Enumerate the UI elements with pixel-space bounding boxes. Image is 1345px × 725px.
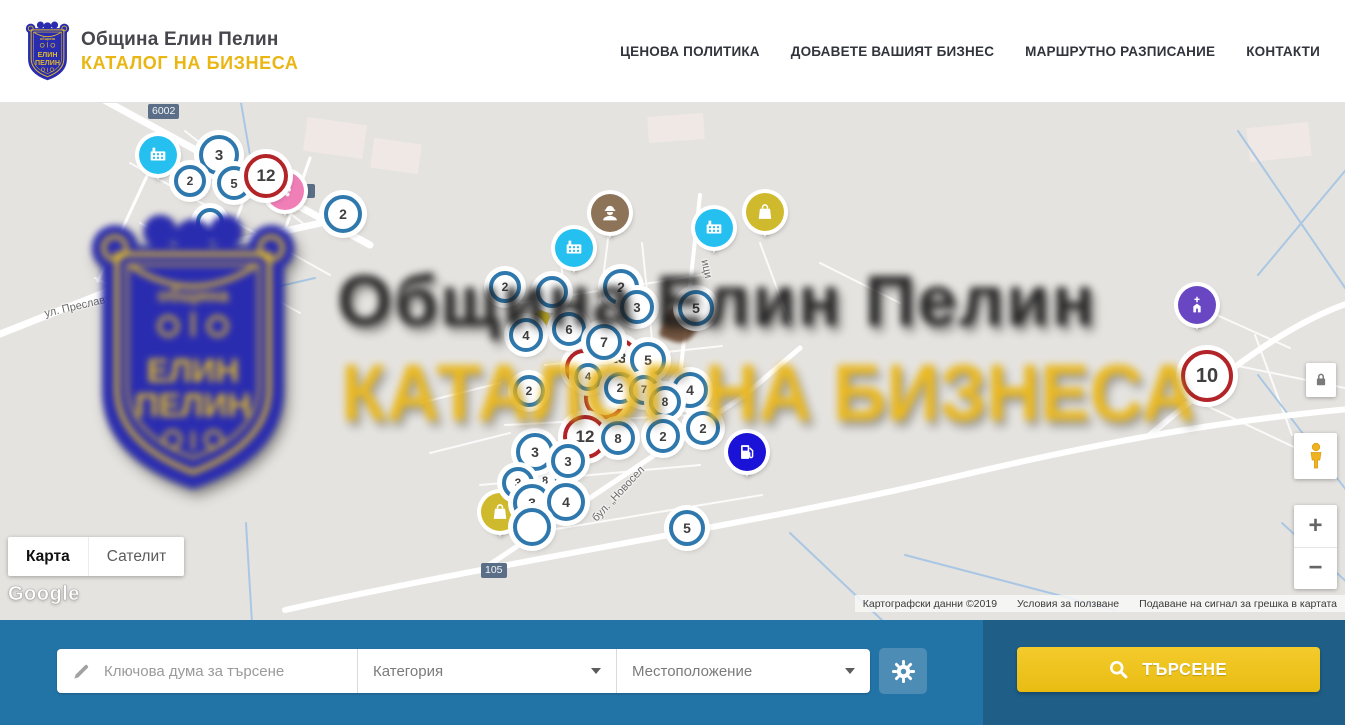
brand-text: Община Елин Пелин КАТАЛОГ НА БИЗНЕСА (81, 29, 299, 74)
shopping-bag-icon (746, 193, 784, 231)
cluster-marker[interactable]: 4 (547, 483, 585, 521)
category-select[interactable]: Категория (358, 649, 616, 693)
watermark-crest (86, 213, 300, 502)
keyword-search-input[interactable] (102, 662, 346, 681)
worker-icon (591, 194, 629, 232)
factory-pin[interactable] (139, 136, 177, 174)
nav-add-your-business[interactable]: ДОБАВЕТЕ ВАШИЯТ БИЗНЕС (791, 44, 994, 59)
municipality-crest-icon (25, 21, 70, 82)
nav-pricing-policy[interactable]: ЦЕНОВА ПОЛИТИКА (620, 44, 760, 59)
map-type-map-button[interactable]: Карта (8, 537, 88, 576)
google-logo[interactable]: Google (8, 583, 80, 606)
zoom-control: + − (1294, 505, 1337, 589)
worker-pin[interactable] (591, 194, 629, 232)
chevron-down-icon (845, 668, 855, 674)
brand-title: Община Елин Пелин (81, 29, 299, 51)
factory-icon (695, 209, 733, 247)
zoom-in-button[interactable]: + (1294, 505, 1337, 547)
brand-subtitle: КАТАЛОГ НА БИЗНЕСА (81, 53, 299, 74)
lock-icon (1312, 370, 1330, 390)
street-view-pegman[interactable] (1294, 433, 1337, 479)
pencil-icon (72, 662, 91, 681)
lock-control[interactable] (1306, 363, 1336, 397)
watermark-title: Община Елин Пелин (337, 261, 1097, 342)
nav-contacts[interactable]: КОНТАКТИ (1246, 44, 1320, 59)
search-fields: Категория Местоположение (57, 649, 870, 693)
cluster-marker[interactable]: 2 (174, 165, 206, 197)
cluster-marker[interactable]: 12 (244, 154, 288, 198)
map-type-control: Карта Сателит (8, 537, 184, 576)
cluster-marker[interactable]: 2 (324, 195, 362, 233)
search-button[interactable]: ТЪРСЕНЕ (1017, 647, 1320, 692)
pegman-icon (1304, 441, 1328, 471)
road-number-badge: 6002 (148, 104, 179, 119)
page: Община Елин Пелин КАТАЛОГ НА БИЗНЕСА ЦЕН… (0, 0, 1345, 725)
search-bar: Категория Местоположение (0, 620, 1345, 725)
nav-route-schedule[interactable]: МАРШРУТНО РАЗПИСАНИЕ (1025, 44, 1215, 59)
terms-of-use-link[interactable]: Условия за ползване (1017, 598, 1119, 610)
report-map-error-link[interactable]: Подаване на сигнал за грешка в картата (1139, 598, 1337, 610)
chevron-down-icon (591, 668, 601, 674)
map-canvas[interactable]: ул. Преславбул. „Новоселици 6002105 2134… (0, 103, 1345, 620)
cluster-marker[interactable]: 5 (669, 510, 705, 546)
map-type-satellite-button[interactable]: Сателит (88, 537, 184, 576)
location-select[interactable]: Местоположение (617, 649, 870, 693)
cluster-marker[interactable] (513, 508, 551, 546)
attribution-copyright: Картографски данни ©2019 (863, 598, 997, 610)
church-icon (1178, 286, 1216, 324)
road-number-badge: 105 (481, 563, 507, 578)
shopping-bag-pin[interactable] (746, 193, 784, 231)
cluster-marker[interactable]: 3 (551, 444, 585, 478)
watermark-subtitle: КАТАЛОГ НА БИЗНЕСА (341, 347, 1195, 439)
main-nav: ЦЕНОВА ПОЛИТИКА ДОБАВЕТЕ ВАШИЯТ БИЗНЕС М… (620, 44, 1320, 59)
map-attribution: Картографски данни ©2019 Условия за полз… (855, 595, 1345, 612)
header: Община Елин Пелин КАТАЛОГ НА БИЗНЕСА ЦЕН… (0, 0, 1345, 103)
search-icon (1108, 659, 1129, 680)
factory-pin[interactable] (695, 209, 733, 247)
category-select-value: Категория (373, 663, 443, 680)
location-select-value: Местоположение (632, 663, 752, 680)
advanced-settings-button[interactable] (879, 648, 927, 694)
factory-icon (139, 136, 177, 174)
gear-icon (891, 659, 916, 684)
keyword-field-wrap (57, 662, 357, 681)
search-button-label: ТЪРСЕНЕ (1142, 659, 1227, 680)
church-pin[interactable] (1178, 286, 1216, 324)
zoom-out-button[interactable]: − (1294, 547, 1337, 590)
brand[interactable]: Община Елин Пелин КАТАЛОГ НА БИЗНЕСА (25, 21, 299, 82)
